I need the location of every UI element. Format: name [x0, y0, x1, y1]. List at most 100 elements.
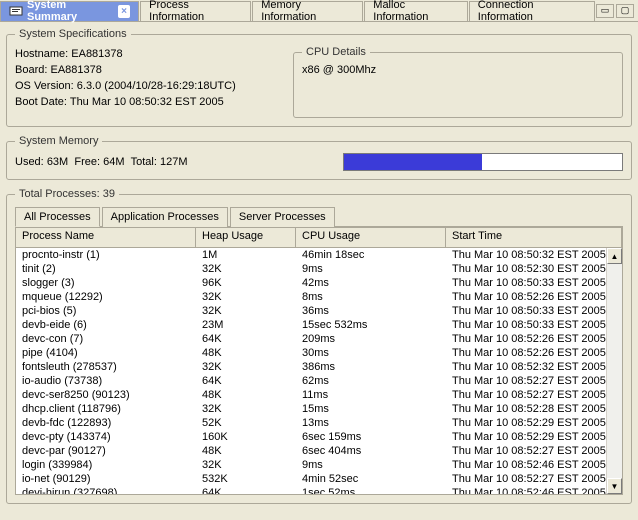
- tab-system-summary[interactable]: System Summary ×: [0, 1, 139, 21]
- cell-start: Thu Mar 10 08:52:46 EST 2005: [446, 486, 622, 495]
- cell-heap: 160K: [196, 430, 296, 444]
- cell-start: Thu Mar 10 08:50:32 EST 2005: [446, 248, 622, 262]
- processes-legend: Total Processes: 39: [15, 188, 119, 200]
- cell-cpu: 209ms: [296, 332, 446, 346]
- table-body[interactable]: procnto-instr (1)1M46min 18secThu Mar 10…: [16, 248, 622, 495]
- table-row[interactable]: tinit (2)32K9msThu Mar 10 08:52:30 EST 2…: [16, 262, 622, 276]
- vertical-scrollbar[interactable]: ▲ ▼: [606, 248, 622, 494]
- close-icon[interactable]: ×: [118, 5, 130, 18]
- scroll-down-button[interactable]: ▼: [607, 478, 622, 494]
- tab-label: Connection Information: [478, 0, 586, 23]
- cell-heap: 48K: [196, 346, 296, 360]
- table-row[interactable]: devc-par (90127)48K6sec 404msThu Mar 10 …: [16, 444, 622, 458]
- cell-start: Thu Mar 10 08:52:26 EST 2005: [446, 290, 622, 304]
- table-row[interactable]: dhcp.client (118796)32K15msThu Mar 10 08…: [16, 402, 622, 416]
- cell-cpu: 6sec 159ms: [296, 430, 446, 444]
- cell-name: procnto-instr (1): [16, 248, 196, 262]
- cell-start: Thu Mar 10 08:52:27 EST 2005: [446, 388, 622, 402]
- tab-malloc-info[interactable]: Malloc Information: [364, 1, 468, 21]
- tab-connection-info[interactable]: Connection Information: [469, 1, 595, 21]
- cell-name: devc-par (90127): [16, 444, 196, 458]
- col-process-name[interactable]: Process Name: [16, 228, 196, 247]
- subtab-all[interactable]: All Processes: [15, 207, 100, 227]
- process-subtabs: All Processes Application Processes Serv…: [15, 206, 623, 227]
- cell-name: devb-eide (6): [16, 318, 196, 332]
- hostname-label: Hostname:: [15, 48, 68, 60]
- subtab-server[interactable]: Server Processes: [230, 207, 335, 227]
- cell-name: io-net (90129): [16, 472, 196, 486]
- table-row[interactable]: pipe (4104)48K30msThu Mar 10 08:52:26 ES…: [16, 346, 622, 360]
- table-row[interactable]: login (339984)32K9msThu Mar 10 08:52:46 …: [16, 458, 622, 472]
- cell-cpu: 6sec 404ms: [296, 444, 446, 458]
- cpu-details-group: CPU Details x86 @ 300Mhz: [293, 46, 623, 118]
- cell-heap: 32K: [196, 360, 296, 374]
- table-row[interactable]: devb-eide (6)23M15sec 532msThu Mar 10 08…: [16, 318, 622, 332]
- processes-group: Total Processes: 39 All Processes Applic…: [6, 188, 632, 504]
- scroll-up-button[interactable]: ▲: [607, 248, 622, 264]
- cell-heap: 1M: [196, 248, 296, 262]
- cell-start: Thu Mar 10 08:52:27 EST 2005: [446, 444, 622, 458]
- cell-heap: 48K: [196, 444, 296, 458]
- summary-icon: [9, 4, 23, 18]
- table-row[interactable]: mqueue (12292)32K8msThu Mar 10 08:52:26 …: [16, 290, 622, 304]
- cell-cpu: 11ms: [296, 388, 446, 402]
- boot-label: Boot Date:: [15, 96, 67, 108]
- table-row[interactable]: fontsleuth (278537)32K386msThu Mar 10 08…: [16, 360, 622, 374]
- free-label: Free:: [74, 156, 100, 168]
- cell-heap: 64K: [196, 374, 296, 388]
- cell-name: devb-fdc (122893): [16, 416, 196, 430]
- used-label: Used:: [15, 156, 44, 168]
- cell-name: tinit (2): [16, 262, 196, 276]
- table-row[interactable]: devc-ser8250 (90123)48K11msThu Mar 10 08…: [16, 388, 622, 402]
- table-row[interactable]: devi-hirun (327698)64K1sec 52msThu Mar 1…: [16, 486, 622, 495]
- tab-process-info[interactable]: Process Information: [140, 1, 251, 21]
- cell-heap: 32K: [196, 402, 296, 416]
- cell-name: mqueue (12292): [16, 290, 196, 304]
- cell-name: slogger (3): [16, 276, 196, 290]
- table-row[interactable]: slogger (3)96K42msThu Mar 10 08:50:33 ES…: [16, 276, 622, 290]
- table-row[interactable]: procnto-instr (1)1M46min 18secThu Mar 10…: [16, 248, 622, 262]
- used-value: 63M: [47, 156, 68, 168]
- cell-start: Thu Mar 10 08:52:28 EST 2005: [446, 402, 622, 416]
- cell-heap: 23M: [196, 318, 296, 332]
- col-start-time[interactable]: Start Time: [446, 228, 622, 247]
- table-row[interactable]: pci-bios (5)32K36msThu Mar 10 08:50:33 E…: [16, 304, 622, 318]
- cell-cpu: 386ms: [296, 360, 446, 374]
- cell-heap: 96K: [196, 276, 296, 290]
- cell-heap: 48K: [196, 388, 296, 402]
- subtab-application[interactable]: Application Processes: [102, 207, 228, 227]
- cell-name: pci-bios (5): [16, 304, 196, 318]
- memory-legend: System Memory: [15, 135, 102, 147]
- board-label: Board:: [15, 64, 47, 76]
- tab-memory-info[interactable]: Memory Information: [252, 1, 363, 21]
- col-heap-usage[interactable]: Heap Usage: [196, 228, 296, 247]
- minimize-button[interactable]: ▭: [596, 4, 614, 18]
- cell-start: Thu Mar 10 08:52:30 EST 2005: [446, 262, 622, 276]
- window-buttons: ▭ ▢: [596, 4, 638, 18]
- table-row[interactable]: devc-pty (143374)160K6sec 159msThu Mar 1…: [16, 430, 622, 444]
- col-cpu-usage[interactable]: CPU Usage: [296, 228, 446, 247]
- cell-name: devi-hirun (327698): [16, 486, 196, 495]
- cell-name: io-audio (73738): [16, 374, 196, 388]
- table-row[interactable]: devb-fdc (122893)52K13msThu Mar 10 08:52…: [16, 416, 622, 430]
- tab-label: Memory Information: [261, 0, 354, 23]
- cell-start: Thu Mar 10 08:50:33 EST 2005: [446, 276, 622, 290]
- hostname-value: EA881378: [71, 48, 122, 60]
- total-value: 127M: [160, 156, 188, 168]
- cell-name: fontsleuth (278537): [16, 360, 196, 374]
- scroll-track[interactable]: [607, 264, 622, 478]
- cell-name: devc-ser8250 (90123): [16, 388, 196, 402]
- table-row[interactable]: devc-con (7)64K209msThu Mar 10 08:52:26 …: [16, 332, 622, 346]
- table-row[interactable]: io-audio (73738)64K62msThu Mar 10 08:52:…: [16, 374, 622, 388]
- board-value: EA881378: [50, 64, 101, 76]
- specs-legend: System Specifications: [15, 28, 131, 40]
- cell-heap: 64K: [196, 486, 296, 495]
- cell-cpu: 36ms: [296, 304, 446, 318]
- cell-heap: 32K: [196, 262, 296, 276]
- cpu-legend: CPU Details: [302, 46, 370, 58]
- total-label: Total:: [131, 156, 157, 168]
- cell-cpu: 1sec 52ms: [296, 486, 446, 495]
- maximize-button[interactable]: ▢: [616, 4, 634, 18]
- table-row[interactable]: io-net (90129)532K4min 52secThu Mar 10 0…: [16, 472, 622, 486]
- cell-heap: 64K: [196, 332, 296, 346]
